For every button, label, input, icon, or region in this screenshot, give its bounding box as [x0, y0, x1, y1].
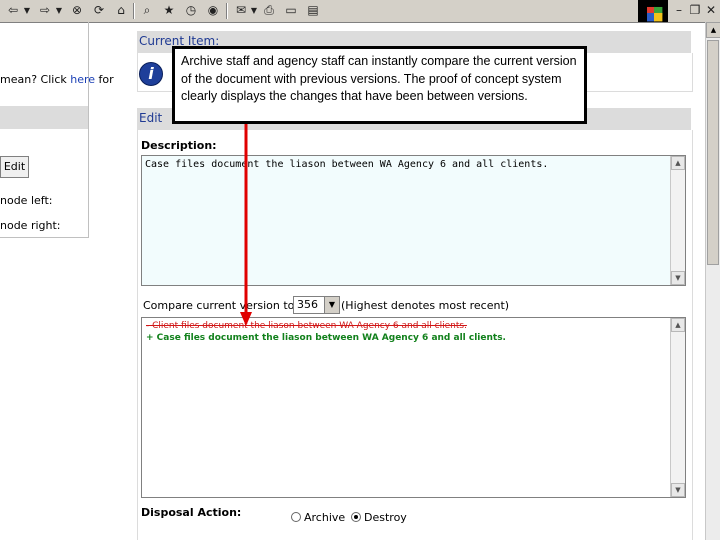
scroll-down-icon[interactable]: ▼: [671, 271, 685, 285]
destroy-radio[interactable]: [351, 512, 361, 522]
history-icon[interactable]: ◷: [182, 2, 200, 19]
close-icon[interactable]: ✕: [704, 2, 718, 19]
toolbar-separator: [226, 3, 228, 19]
home-icon[interactable]: ⌂: [112, 2, 130, 19]
back-icon[interactable]: ⇦: [4, 2, 22, 19]
edit-button[interactable]: Edit: [0, 156, 29, 178]
destroy-radio-label: Destroy: [364, 511, 407, 524]
chevron-down-icon[interactable]: ▼: [324, 297, 339, 313]
scroll-up-icon[interactable]: ▲: [706, 22, 720, 38]
forward-icon[interactable]: ⇨: [36, 2, 54, 19]
diff-view[interactable]: - Client files document the liason betwe…: [141, 317, 686, 498]
page-scrollbar[interactable]: ▲: [705, 22, 720, 540]
discuss-icon[interactable]: ▤: [304, 2, 322, 19]
restore-icon[interactable]: ❐: [688, 2, 702, 19]
diff-added-line: + Case files document the liason between…: [146, 333, 506, 343]
left-section-header: [0, 106, 88, 129]
print-icon[interactable]: ⎙: [260, 2, 278, 19]
mail-icon[interactable]: ✉: [232, 2, 250, 19]
minimize-icon[interactable]: –: [672, 2, 686, 19]
description-textarea[interactable]: Case files document the liason between W…: [141, 155, 686, 286]
here-link[interactable]: here: [70, 73, 95, 86]
help-text-prefix: mean? Click: [0, 73, 71, 86]
description-text: Case files document the liason between W…: [145, 159, 549, 170]
favorites-icon[interactable]: ★: [160, 2, 178, 19]
search-icon[interactable]: ⌕: [138, 2, 156, 19]
diff-scrollbar[interactable]: ▲ ▼: [670, 318, 685, 497]
arrow-head: [240, 312, 252, 326]
back-dropdown-icon[interactable]: ▼: [22, 2, 32, 19]
window-controls: ■ ■ ■ ■ – ❐ ✕: [638, 0, 720, 23]
help-text-suffix: for: [95, 73, 114, 86]
node-right-label: node right:: [0, 219, 61, 232]
scroll-up-icon[interactable]: ▲: [671, 318, 685, 332]
edit-icon[interactable]: ▭: [282, 2, 300, 19]
scroll-up-icon[interactable]: ▲: [671, 156, 685, 170]
left-panel: mean? Click here for Edit node left: nod…: [0, 22, 114, 238]
annotation-text: Archive staff and agency staff can insta…: [181, 54, 577, 103]
page-scrollbar-thumb[interactable]: [707, 40, 719, 265]
toolbar-separator: [133, 3, 135, 19]
compare-version-select[interactable]: 356 ▼: [293, 296, 340, 314]
browser-toolbar: ⇦ ▼ ⇨ ▼ ⊗ ⟳ ⌂ ⌕ ★ ◷ ◉ ✉ ▼ ⎙ ▭ ▤ ■ ■ ■ ■ – …: [0, 0, 720, 23]
disposal-action-label: Disposal Action:: [141, 506, 242, 519]
description-scrollbar[interactable]: ▲ ▼: [670, 156, 685, 285]
media-icon[interactable]: ◉: [204, 2, 222, 19]
stop-icon[interactable]: ⊗: [68, 2, 86, 19]
mail-dropdown-icon[interactable]: ▼: [250, 2, 258, 19]
archive-radio-label: Archive: [304, 511, 346, 524]
windows-logo-icon: ■ ■ ■ ■: [638, 0, 668, 23]
scroll-down-icon[interactable]: ▼: [671, 483, 685, 497]
compare-version-value: 356: [297, 298, 318, 311]
edit-section-title: Edit: [139, 111, 163, 125]
diff-removed-line: - Client files document the liason betwe…: [146, 321, 467, 331]
annotation-arrow: [240, 124, 252, 326]
info-icon: i: [139, 62, 163, 86]
node-left-label: node left:: [0, 194, 53, 207]
help-text: mean? Click here for: [0, 73, 114, 86]
archive-radio[interactable]: [291, 512, 301, 522]
annotation-callout: Archive staff and agency staff can insta…: [172, 46, 587, 124]
compare-note: (Highest denotes most recent): [341, 299, 510, 312]
compare-label: Compare current version to:: [143, 299, 299, 312]
description-label: Description:: [141, 139, 217, 152]
refresh-icon[interactable]: ⟳: [90, 2, 108, 19]
forward-dropdown-icon[interactable]: ▼: [54, 2, 64, 19]
